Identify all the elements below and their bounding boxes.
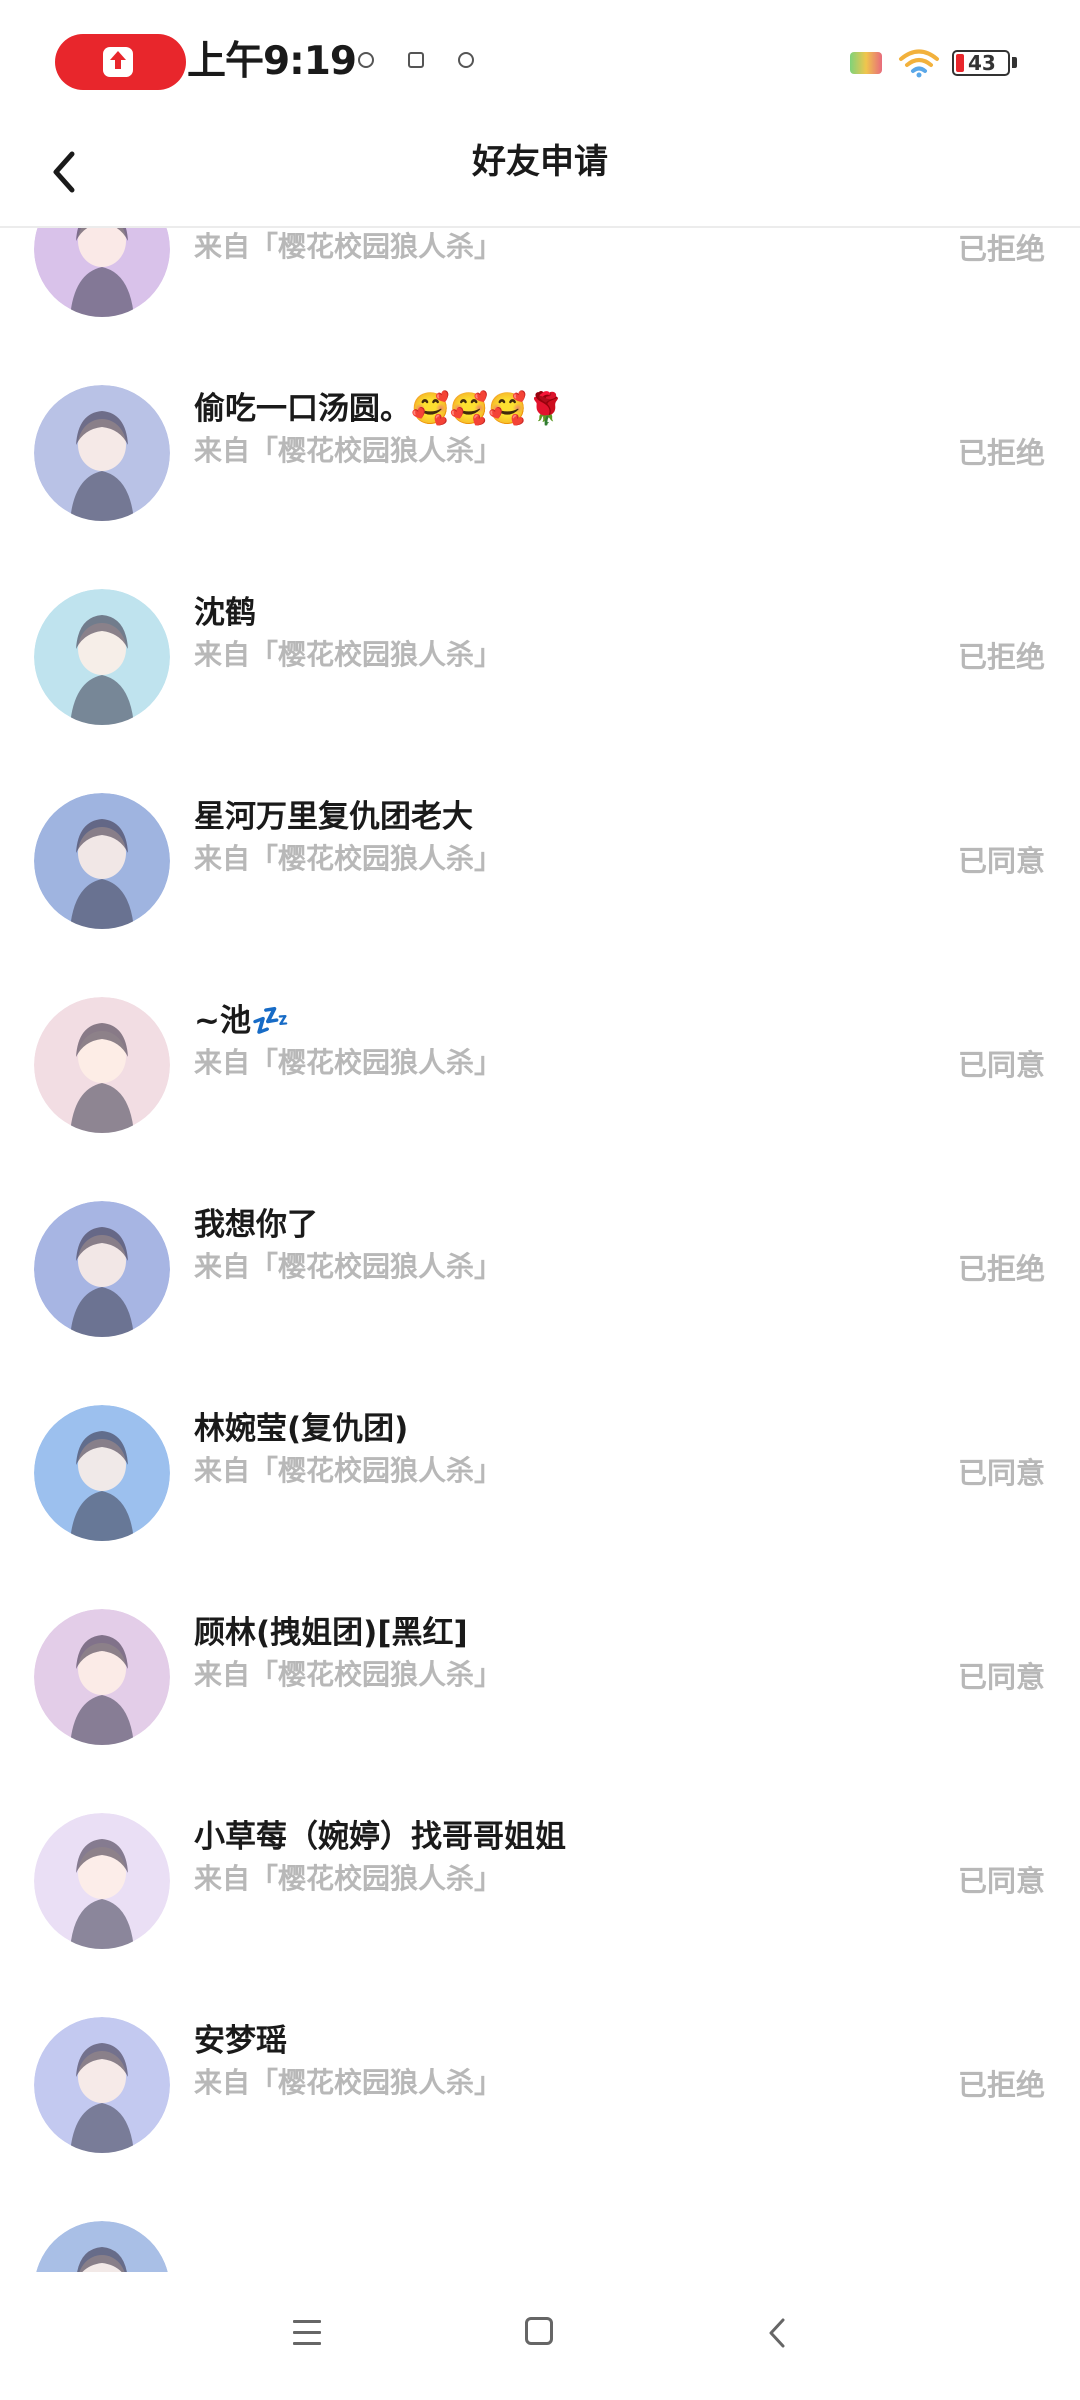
system-nav-bar bbox=[0, 2272, 1080, 2400]
notification-icon bbox=[408, 52, 424, 68]
status-time: 上午9:19 bbox=[187, 39, 357, 84]
back-icon[interactable] bbox=[763, 2316, 793, 2350]
header: 好友申请 bbox=[0, 120, 1080, 228]
friend-source: 来自「樱花校园狼人杀」 bbox=[194, 638, 503, 671]
friend-source: 来自「樱花校园狼人杀」 bbox=[194, 2066, 503, 2099]
list-item[interactable]: 林婉莹(复仇团) 来自「樱花校园狼人杀」 已同意 bbox=[0, 1372, 1080, 1576]
request-status: 已拒绝 bbox=[957, 1252, 1045, 1286]
friend-source: 来自「樱花校园狼人杀」 bbox=[194, 434, 503, 467]
avatar[interactable] bbox=[34, 2017, 170, 2153]
friend-source: 来自「樱花校园狼人杀」 bbox=[194, 230, 503, 263]
notification-icon bbox=[458, 52, 474, 68]
friend-name: 顾林(拽姐团)[黑红] bbox=[194, 1615, 468, 1651]
avatar[interactable] bbox=[34, 1405, 170, 1541]
request-status: 已同意 bbox=[957, 844, 1045, 878]
friend-name: 我想你了 bbox=[194, 1207, 318, 1243]
list-item[interactable]: 沈鹤来自「樱花校园狼人杀」 已拒绝 bbox=[0, 556, 1080, 760]
friend-source: 来自「樱花校园狼人杀」 bbox=[194, 1250, 503, 1283]
request-status: 已拒绝 bbox=[957, 2068, 1045, 2102]
list-item[interactable]: 偷吃一口汤圆。🥰🥰🥰🌹 来自「樱花校园狼人杀」 已拒绝 bbox=[0, 352, 1080, 556]
list-item[interactable]: 我想你了来自「樱花校园狼人杀」 已拒绝 bbox=[0, 1168, 1080, 1372]
friend-name: ~池💤 bbox=[194, 1003, 290, 1039]
friend-name: 林婉莹(复仇团) bbox=[194, 1411, 409, 1447]
avatar[interactable] bbox=[34, 228, 170, 317]
battery-icon: 43 bbox=[952, 50, 1010, 76]
page-title: 好友申请 bbox=[472, 142, 608, 182]
wifi-icon bbox=[899, 49, 939, 78]
list-item[interactable]: 顾林(拽姐团)[黑红] 来自「樱花校园狼人杀」 已同意 bbox=[0, 1576, 1080, 1780]
battery-tip bbox=[1012, 57, 1017, 68]
friend-source: 来自「樱花校园狼人杀」 bbox=[194, 1658, 503, 1691]
menu-icon[interactable] bbox=[293, 2320, 321, 2346]
friend-name: 沈鹤 bbox=[194, 595, 256, 631]
avatar[interactable] bbox=[34, 1813, 170, 1949]
friend-name: 星河万里复仇团老大 bbox=[194, 799, 473, 835]
friend-source: 来自「樱花校园狼人杀」 bbox=[194, 842, 503, 875]
friend-source: 来自「樱花校园狼人杀」 bbox=[194, 1046, 503, 1079]
request-status: 已同意 bbox=[957, 1456, 1045, 1490]
avatar[interactable] bbox=[34, 589, 170, 725]
avatar[interactable] bbox=[34, 1609, 170, 1745]
friend-request-list[interactable]: 小黑猫，江可可来自「樱花校园狼人杀」已拒绝偷吃一口汤圆。🥰🥰🥰🌹来自「樱花校园狼… bbox=[0, 228, 1080, 2272]
list-item[interactable]: 星河万里复仇团老大 来自「樱花校园狼人杀」 已同意 bbox=[0, 760, 1080, 964]
avatar[interactable] bbox=[34, 2221, 170, 2272]
list-item[interactable]: ~池💤 来自「樱花校园狼人杀」 已同意 bbox=[0, 964, 1080, 1168]
request-status: 已拒绝 bbox=[957, 232, 1045, 266]
status-bar: 上午9:19 43 bbox=[0, 0, 1080, 120]
friend-name: 偷吃一口汤圆。🥰🥰🥰🌹 bbox=[194, 391, 566, 427]
avatar[interactable] bbox=[34, 997, 170, 1133]
request-status: 已拒绝 bbox=[957, 640, 1045, 674]
list-item[interactable]: 小黑猫，江可可来自「樱花校园狼人杀」已拒绝 bbox=[0, 228, 1080, 352]
sim-icon bbox=[850, 52, 882, 74]
list-item[interactable]: 安梦瑶来自「樱花校园狼人杀」 已拒绝 bbox=[0, 1984, 1080, 2188]
list-item[interactable]: 小草莓（婉婷）找哥哥姐姐 来自「樱花校园狼人杀」 已同意 bbox=[0, 1780, 1080, 1984]
battery-level: 43 bbox=[968, 51, 996, 75]
request-status: 已同意 bbox=[957, 1660, 1045, 1694]
friend-name: 安梦瑶 bbox=[194, 2023, 287, 2059]
friend-source: 来自「樱花校园狼人杀」 bbox=[194, 1454, 503, 1487]
friend-source: 来自「樱花校园狼人杀」 bbox=[194, 1862, 503, 1895]
request-status: 已同意 bbox=[957, 1048, 1045, 1082]
friend-name: 小草莓（婉婷）找哥哥姐姐 bbox=[194, 1819, 566, 1855]
screen-record-icon[interactable] bbox=[55, 34, 186, 90]
avatar[interactable] bbox=[34, 385, 170, 521]
list-item[interactable] bbox=[0, 2188, 1080, 2272]
notification-icon bbox=[358, 52, 374, 68]
home-icon[interactable] bbox=[525, 2317, 553, 2345]
avatar[interactable] bbox=[34, 793, 170, 929]
request-status: 已拒绝 bbox=[957, 436, 1045, 470]
request-status: 已同意 bbox=[957, 1864, 1045, 1898]
avatar[interactable] bbox=[34, 1201, 170, 1337]
